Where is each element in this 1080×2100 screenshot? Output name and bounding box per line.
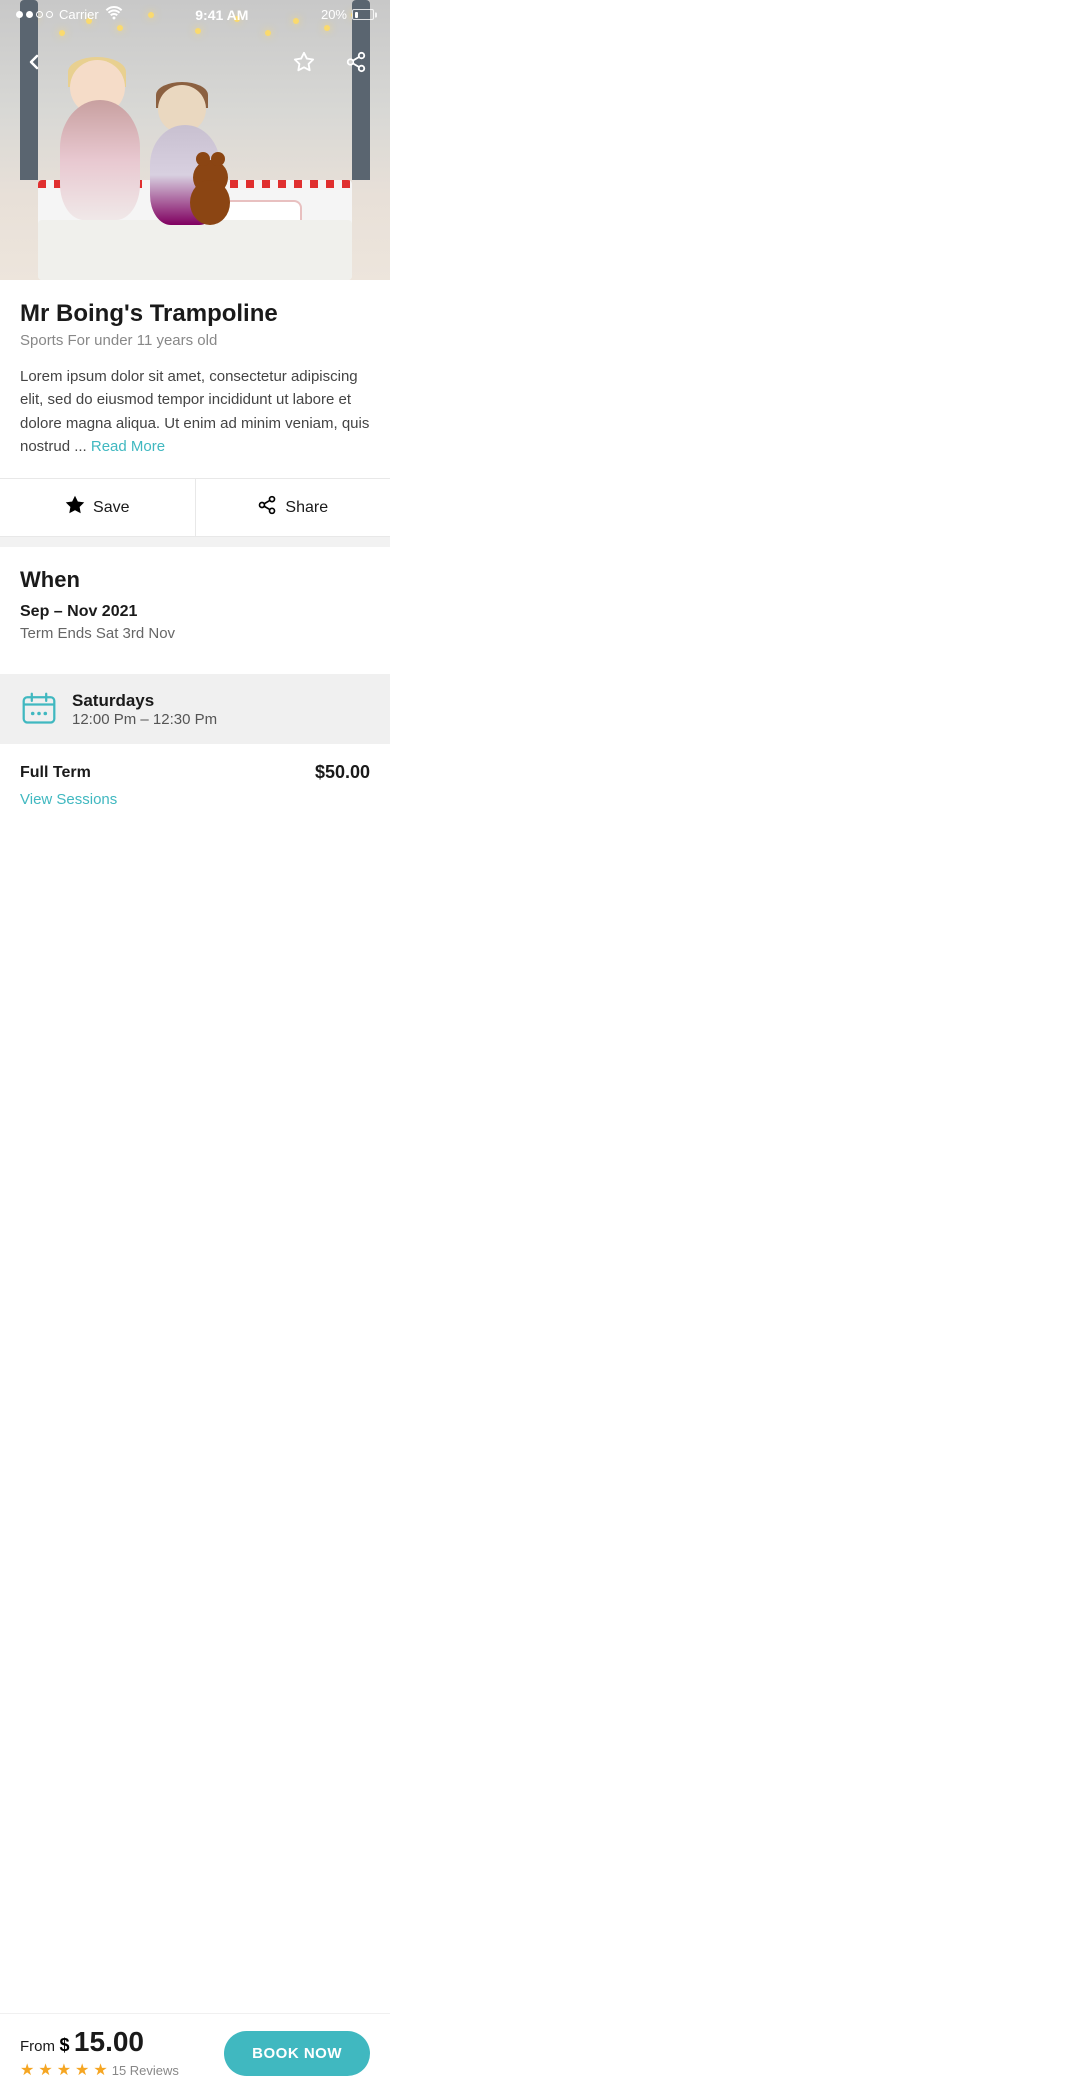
status-time: 9:41 AM bbox=[195, 7, 248, 23]
save-button[interactable] bbox=[286, 44, 322, 80]
venue-description: Lorem ipsum dolor sit amet, consectetur … bbox=[20, 365, 370, 458]
share-action-button[interactable]: Share bbox=[196, 479, 391, 536]
star-5: ★ bbox=[93, 2060, 107, 2080]
status-right: 20% bbox=[321, 7, 374, 22]
bottom-bar: From $ 15.00 ★ ★ ★ ★ ★ 15 Reviews BOOK N… bbox=[0, 2013, 390, 2100]
signal-dot-2 bbox=[26, 11, 33, 18]
action-bar: Save Share bbox=[0, 478, 390, 537]
schedule-day: Saturdays bbox=[72, 691, 217, 711]
carrier-label: Carrier bbox=[59, 7, 99, 22]
when-section: When Sep – Nov 2021 Term Ends Sat 3rd No… bbox=[0, 547, 390, 658]
star-1: ★ bbox=[20, 2060, 34, 2080]
view-sessions-link[interactable]: View Sessions bbox=[20, 791, 117, 808]
star-3: ★ bbox=[57, 2060, 71, 2080]
pricing-label: Full Term bbox=[20, 764, 91, 782]
save-action-button[interactable]: Save bbox=[0, 479, 196, 536]
from-label: From bbox=[20, 2038, 55, 2055]
from-price-row: From $ 15.00 bbox=[20, 2026, 179, 2058]
battery-percentage: 20% bbox=[321, 7, 347, 22]
save-star-icon bbox=[65, 495, 85, 520]
calendar-icon bbox=[20, 690, 58, 728]
bed-post-left bbox=[20, 0, 38, 180]
schedule-info: Saturdays 12:00 Pm – 12:30 Pm bbox=[72, 691, 217, 728]
blanket bbox=[38, 220, 352, 280]
reviews-count: 15 Reviews bbox=[112, 2063, 179, 2078]
status-bar: Carrier 9:41 AM 20% bbox=[0, 0, 390, 27]
section-divider-1 bbox=[0, 537, 390, 547]
nav-actions bbox=[286, 44, 374, 80]
when-title: When bbox=[20, 567, 370, 593]
schedule-card: Saturdays 12:00 Pm – 12:30 Pm bbox=[0, 674, 390, 744]
venue-title: Mr Boing's Trampoline bbox=[20, 300, 370, 328]
signal-dots bbox=[16, 11, 53, 18]
book-now-button[interactable]: BOOK NOW bbox=[224, 2031, 370, 2076]
share-button[interactable] bbox=[338, 44, 374, 80]
date-range: Sep – Nov 2021 bbox=[20, 603, 370, 621]
back-button[interactable] bbox=[16, 44, 52, 80]
stars-row: ★ ★ ★ ★ ★ 15 Reviews bbox=[20, 2060, 179, 2080]
from-price: 15.00 bbox=[74, 2026, 144, 2057]
venue-subtitle: Sports For under 11 years old bbox=[20, 332, 370, 349]
pricing-section: Full Term $50.00 View Sessions bbox=[0, 744, 390, 889]
term-end: Term Ends Sat 3rd Nov bbox=[20, 625, 370, 642]
currency-symbol: $ bbox=[59, 2035, 69, 2055]
signal-dot-3 bbox=[36, 11, 43, 18]
bed-post-right bbox=[352, 0, 370, 180]
save-label: Save bbox=[93, 499, 129, 517]
status-left: Carrier bbox=[16, 6, 123, 23]
signal-dot-4 bbox=[46, 11, 53, 18]
pricing-row: Full Term $50.00 bbox=[20, 762, 370, 783]
schedule-time: 12:00 Pm – 12:30 Pm bbox=[72, 711, 217, 728]
share-action-icon bbox=[257, 495, 277, 520]
star-4: ★ bbox=[75, 2060, 89, 2080]
hero-image bbox=[0, 0, 390, 280]
battery-icon bbox=[352, 9, 374, 20]
pricing-amount: $50.00 bbox=[315, 762, 370, 783]
main-content: Mr Boing's Trampoline Sports For under 1… bbox=[0, 280, 390, 458]
signal-dot-1 bbox=[16, 11, 23, 18]
star-2: ★ bbox=[38, 2060, 52, 2080]
teddy-bear bbox=[185, 160, 240, 225]
price-block: From $ 15.00 ★ ★ ★ ★ ★ 15 Reviews bbox=[20, 2026, 179, 2080]
wifi-icon bbox=[105, 6, 123, 23]
share-label: Share bbox=[285, 499, 328, 517]
read-more-link[interactable]: Read More bbox=[91, 438, 165, 455]
